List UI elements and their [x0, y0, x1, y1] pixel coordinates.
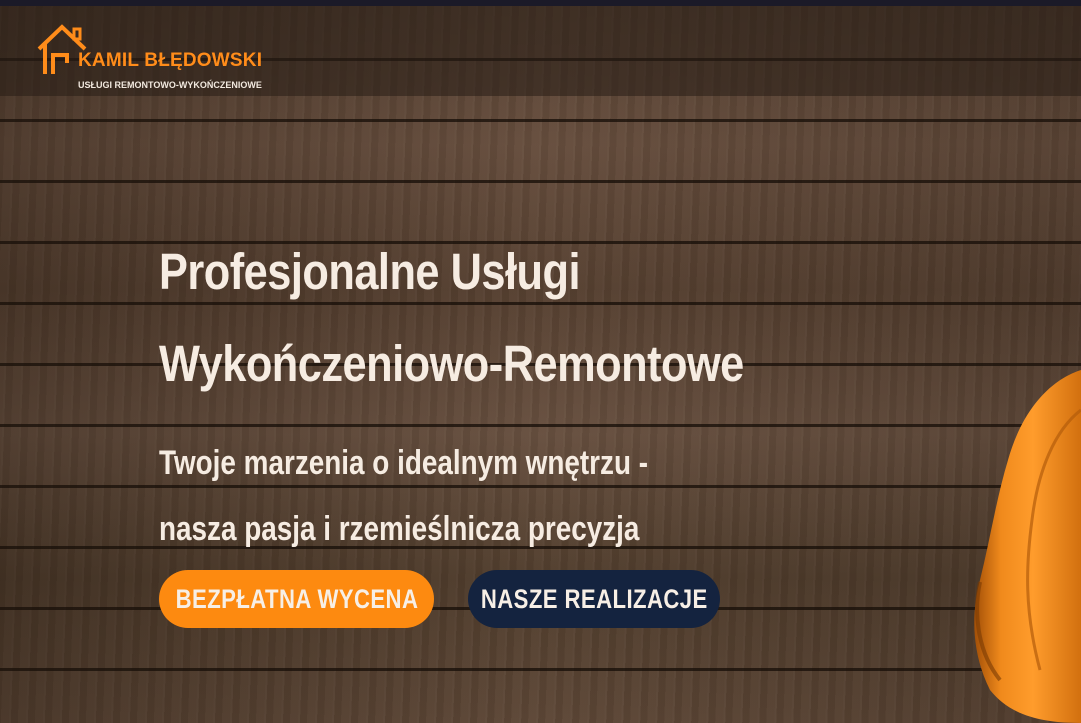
- page: KAMIL BŁĘDOWSKI USŁUGI REMONTOWO-WYKOŃCZ…: [0, 0, 1081, 723]
- our-work-button[interactable]: NASZE REALIZACJE: [468, 570, 720, 628]
- logo-title: KAMIL BŁĘDOWSKI: [78, 50, 263, 71]
- hero-title-line-2: Wykończeniowo-Remontowe: [159, 335, 744, 392]
- site-header: KAMIL BŁĘDOWSKI USŁUGI REMONTOWO-WYKOŃCZ…: [0, 6, 1081, 96]
- tagline-line-1: Twoje marzenia o idealnym wnętrzu -: [159, 444, 649, 482]
- logo[interactable]: KAMIL BŁĘDOWSKI USŁUGI REMONTOWO-WYKOŃCZ…: [36, 23, 266, 93]
- free-quote-button[interactable]: BEZPŁATNA WYCENA: [159, 570, 434, 628]
- tagline-line-2: nasza pasja i rzemieślnicza precyzja: [159, 510, 640, 548]
- our-work-label: NASZE REALIZACJE: [480, 583, 708, 614]
- hero-title-line-1: Profesjonalne Usługi: [159, 243, 580, 300]
- hard-hat-icon: [974, 370, 1081, 723]
- hero-heading: Profesjonalne Usługi Wykończeniowo-Remon…: [159, 222, 919, 414]
- hero-tagline: Twoje marzenia o idealnym wnętrzu - nasz…: [159, 430, 648, 562]
- free-quote-label: BEZPŁATNA WYCENA: [175, 583, 418, 614]
- logo-subtitle: USŁUGI REMONTOWO-WYKOŃCZENIOWE: [78, 80, 262, 90]
